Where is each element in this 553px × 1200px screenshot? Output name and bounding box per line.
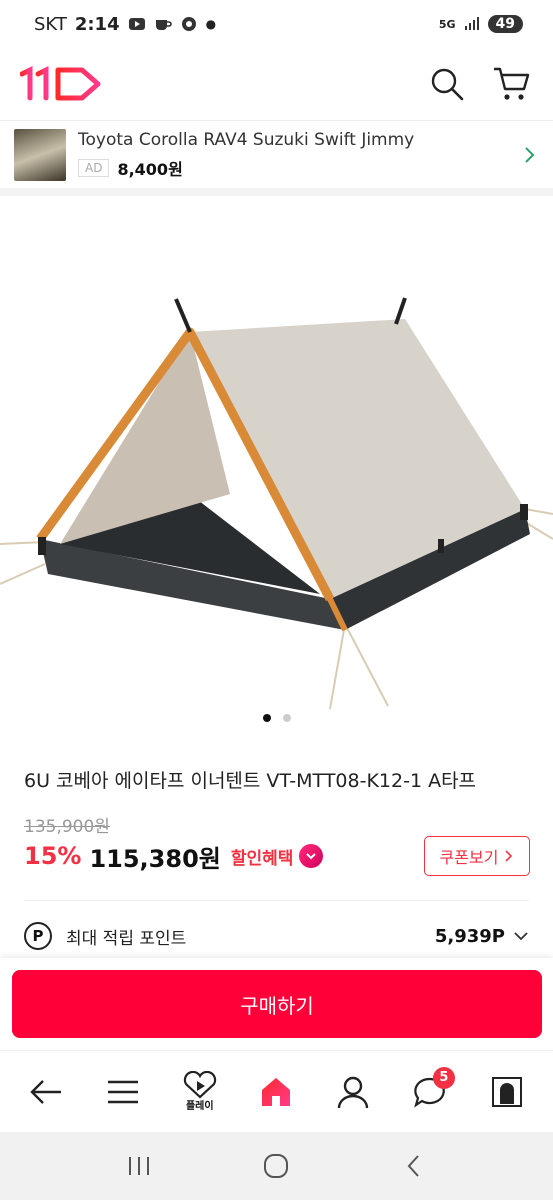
notification-dot: ● (205, 17, 217, 31)
system-back-icon[interactable] (394, 1146, 434, 1186)
points-row[interactable]: P 최대 적립 포인트 5,939P (24, 918, 529, 954)
recent-apps-icon[interactable] (119, 1146, 159, 1186)
home-button-icon[interactable] (256, 1146, 296, 1186)
account-icon[interactable] (324, 1063, 382, 1121)
tent-image (0, 297, 553, 710)
youtube-icon (128, 18, 145, 30)
search-icon[interactable] (425, 62, 469, 106)
chat-icon[interactable]: 5 (401, 1063, 459, 1121)
ad-price: 8,400원 (117, 159, 183, 179)
chevron-right-icon (525, 146, 535, 163)
eleven-st-logo (20, 65, 101, 101)
pagination-dot-active[interactable] (262, 714, 271, 722)
system-nav-bar (0, 1132, 553, 1200)
cart-icon[interactable] (489, 62, 533, 106)
points-value: 5,939P (434, 925, 505, 947)
bottom-nav: 플레이 5 (0, 1050, 553, 1132)
chevron-down-icon[interactable] (299, 844, 324, 868)
clock: 2:14 (74, 13, 120, 35)
play-icon[interactable]: 플레이 (171, 1063, 229, 1121)
points-label: 최대 적립 포인트 (66, 928, 187, 949)
point-icon: P (24, 922, 52, 950)
carrier-label: SKT (34, 13, 67, 35)
ad-badge: AD (78, 158, 110, 177)
recent-item-icon[interactable] (478, 1063, 536, 1121)
ad-title: Toyota Corolla RAV4 Suzuki Swift Jimmy (78, 129, 415, 150)
discount-benefit-link[interactable]: 할인혜택 (231, 844, 294, 869)
chat-badge: 5 (432, 1066, 455, 1089)
network-label: 5G (438, 17, 456, 31)
ad-thumbnail (14, 128, 66, 181)
back-icon[interactable] (17, 1063, 75, 1121)
buy-button[interactable]: 구매하기 (12, 970, 542, 1038)
play-label: 플레이 (185, 1101, 214, 1112)
discount-rate: 15% (24, 842, 82, 870)
app-header (0, 48, 553, 120)
chevron-right-icon (505, 850, 513, 862)
price-row: 15% 115,380원 할인혜택 (24, 838, 324, 874)
buy-bar: 구매하기 (0, 958, 553, 1050)
pagination-dot[interactable] (282, 714, 291, 722)
product-title: 6U 코베아 에이타프 이너텐트 VT-MTT08-K12-1 A타프 (24, 770, 477, 792)
battery-indicator: 49 (487, 15, 523, 33)
status-bar: SKT 2:14 ● 5G 49 (0, 0, 553, 48)
divider (24, 900, 529, 901)
image-pagination (0, 714, 553, 722)
coupon-button[interactable]: 쿠폰보기 (424, 836, 530, 876)
ad-banner[interactable]: Toyota Corolla RAV4 Suzuki Swift Jimmy A… (0, 120, 553, 196)
menu-icon[interactable] (94, 1063, 152, 1121)
coupon-button-label: 쿠폰보기 (439, 848, 499, 867)
chrome-icon (181, 17, 196, 31)
signal-icon (464, 17, 479, 30)
logo[interactable] (20, 64, 104, 104)
chevron-down-icon[interactable] (513, 930, 529, 942)
original-price: 135,900원 (24, 817, 110, 837)
home-icon[interactable] (247, 1063, 305, 1121)
coffee-icon (155, 20, 172, 30)
sale-price: 115,380원 (89, 844, 221, 873)
product-image[interactable] (0, 204, 553, 734)
